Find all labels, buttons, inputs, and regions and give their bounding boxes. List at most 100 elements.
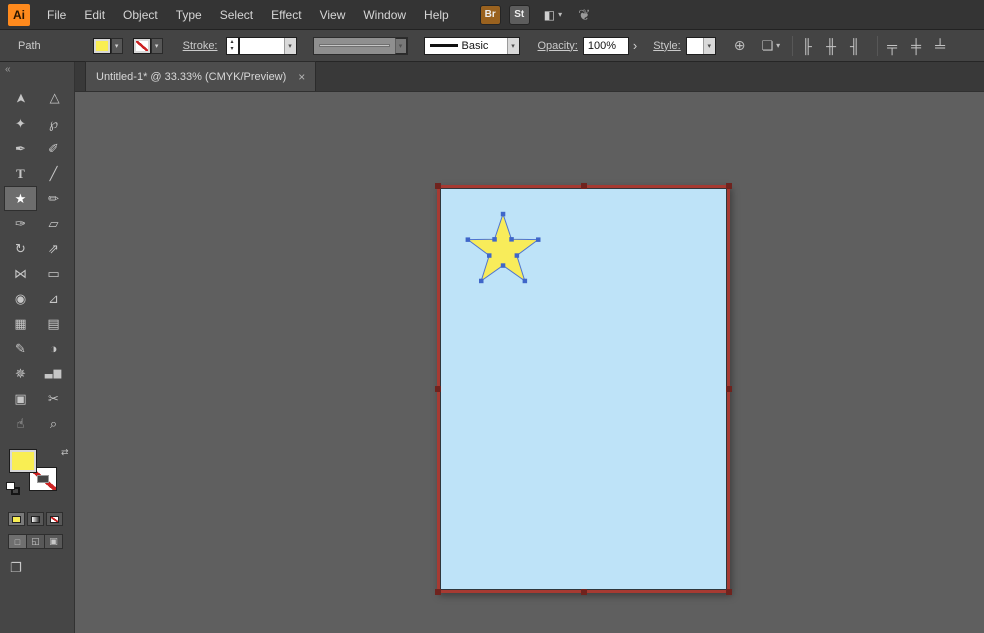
anchor-point[interactable] [466,237,471,242]
selection-tool[interactable]: ➤ [8,82,33,115]
align-middle-icon[interactable]: ╪ [906,38,926,54]
blob-brush-tool[interactable]: ✑ [4,211,37,236]
menu-view[interactable]: View [311,0,355,30]
draw-normal-button[interactable]: □ [8,534,27,549]
free-transform-tool[interactable]: ▭ [37,261,70,286]
chevron-down-icon[interactable]: ▾ [703,38,715,54]
opacity-flyout-icon[interactable]: › [633,39,637,53]
menu-effect[interactable]: Effect [262,0,310,30]
stock-button[interactable]: St [509,5,530,25]
style-label[interactable]: Style: [653,40,681,52]
bounding-box-handle[interactable] [581,183,587,189]
menu-type[interactable]: Type [167,0,211,30]
brush-definition-select[interactable]: Basic ▾ [424,37,520,55]
document-tab[interactable]: Untitled-1* @ 33.33% (CMYK/Preview) × [85,61,316,91]
eyedropper-tool[interactable]: ✎ [4,336,37,361]
menu-object[interactable]: Object [114,0,167,30]
fill-swatch-indicator[interactable] [9,449,37,473]
scale-tool[interactable]: ⇗ [37,236,70,261]
stroke-weight-select[interactable]: ▾ [239,37,297,55]
anchor-point[interactable] [523,279,528,284]
stroke-label[interactable]: Stroke: [183,40,218,52]
stepper-up-icon[interactable]: ▴ [230,39,233,46]
star-shape[interactable] [468,214,538,281]
perspective-grid-tool[interactable]: ⊿ [37,286,70,311]
anchor-point[interactable] [479,279,484,284]
anchor-point[interactable] [509,237,514,242]
bounding-box-handle[interactable] [435,386,441,392]
blend-tool[interactable]: ◑ [37,336,70,361]
star-tool[interactable]: ★ [4,186,37,211]
stepper-down-icon[interactable]: ▾ [230,46,233,53]
column-graph-tool[interactable]: ▃▆ [37,361,70,386]
opacity-input[interactable]: 100% [583,37,629,55]
pencil-tool[interactable]: ✏ [37,186,70,211]
draw-inside-button[interactable]: ▣ [44,534,63,549]
screen-mode-button[interactable]: ❐ [10,559,34,577]
symbol-sprayer-tool[interactable]: ✵ [4,361,37,386]
bounding-box-handle[interactable] [581,589,587,595]
bounding-box-handle[interactable] [726,183,732,189]
menu-file[interactable]: File [38,0,75,30]
stroke-weight-stepper[interactable]: ▴ ▾ [226,37,239,55]
menu-edit[interactable]: Edit [75,0,114,30]
chevron-down-icon[interactable]: ▾ [151,38,163,54]
gradient-button[interactable] [27,512,44,526]
style-select[interactable]: ▾ [686,37,716,55]
anchor-point[interactable] [487,253,492,257]
align-center-icon[interactable]: ╫ [821,38,841,54]
mesh-tool[interactable]: ▦ [4,311,37,336]
pen-tool[interactable]: ✒ [4,136,37,161]
workspace-switcher[interactable]: ◧ ▾ [544,8,562,22]
width-profile-select[interactable]: ▾ [313,37,408,55]
menu-window[interactable]: Window [354,0,415,30]
globe-icon[interactable]: ⊕ [734,37,746,54]
chevron-down-icon[interactable]: ▾ [507,38,519,54]
rotate-tool[interactable]: ↻ [4,236,37,261]
opacity-label[interactable]: Opacity: [538,40,578,52]
zoom-tool[interactable]: ⌕ [37,411,70,436]
bounding-box-handle[interactable] [726,589,732,595]
artboard-tool[interactable]: ▣ [4,386,37,411]
chevron-down-icon[interactable]: ▾ [111,38,123,54]
type-tool[interactable]: T [4,161,37,186]
menu-select[interactable]: Select [211,0,262,30]
fill-color-control[interactable]: ▾ [93,38,123,54]
swap-fill-stroke-icon[interactable]: ⇄ [61,447,69,458]
canvas[interactable] [75,92,984,633]
stroke-color-control[interactable]: ▾ [133,38,163,54]
document-setup-control[interactable]: ❏ ▾ [761,38,780,54]
paintbrush-tool[interactable]: ✐ [37,136,70,161]
hand-tool[interactable]: ☝ [4,411,37,436]
bounding-box-handle[interactable] [435,183,441,189]
bridge-button[interactable]: Br [480,5,501,25]
feather-icon[interactable]: ❦ [578,6,591,24]
anchor-point[interactable] [501,212,506,217]
bounding-box-handle[interactable] [435,589,441,595]
anchor-point[interactable] [492,237,497,242]
align-top-icon[interactable]: ╤ [882,38,902,54]
star-object[interactable] [448,205,558,297]
align-left-icon[interactable]: ╟ [797,38,817,54]
shape-builder-tool[interactable]: ◉ [4,286,37,311]
align-bottom-icon[interactable]: ╧ [930,38,950,54]
line-segment-tool[interactable]: ╱ [37,161,70,186]
collapse-panel-icon[interactable]: « [5,64,11,75]
width-tool[interactable]: ⋈ [4,261,37,286]
color-button[interactable] [8,512,25,526]
bounding-box-handle[interactable] [726,386,732,392]
gradient-tool[interactable]: ▤ [37,311,70,336]
menu-help[interactable]: Help [415,0,458,30]
anchor-point[interactable] [536,237,541,242]
direct-selection-tool[interactable]: ▷ [41,82,66,115]
chevron-down-icon[interactable]: ▾ [284,38,296,54]
align-right-icon[interactable]: ╢ [845,38,865,54]
close-icon[interactable]: × [298,70,305,84]
anchor-point[interactable] [501,263,506,268]
anchor-point[interactable] [515,253,520,257]
default-swatches-icon[interactable] [6,482,22,497]
none-button[interactable] [46,512,63,526]
eraser-tool[interactable]: ▱ [37,211,70,236]
slice-tool[interactable]: ✂ [37,386,70,411]
draw-behind-button[interactable]: ◱ [26,534,45,549]
